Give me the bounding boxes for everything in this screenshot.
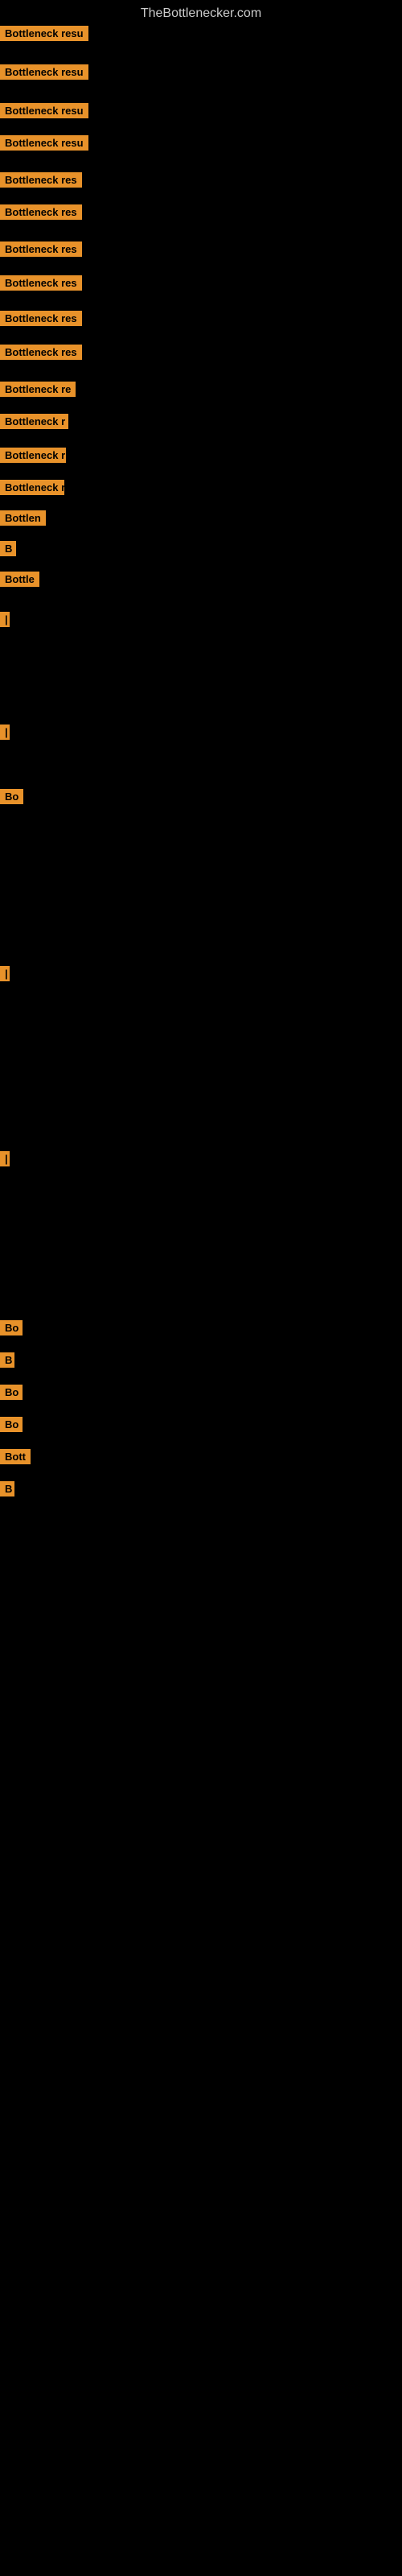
bottleneck-label-6: Bottleneck res [0, 204, 82, 220]
bottleneck-label-24: B [0, 1352, 14, 1368]
bottleneck-label-19: | [0, 724, 10, 740]
bottleneck-label-15: Bottlen [0, 510, 46, 526]
bottleneck-label-14: Bottleneck r [0, 480, 64, 495]
bottleneck-label-13: Bottleneck r [0, 448, 66, 463]
bottleneck-label-18: | [0, 612, 10, 627]
bottleneck-label-22: | [0, 1151, 10, 1166]
bottleneck-label-16: B [0, 541, 16, 556]
site-title: TheBottlenecker.com [0, 0, 402, 27]
bottleneck-label-9: Bottleneck res [0, 311, 82, 326]
bottleneck-label-26: Bo [0, 1417, 23, 1432]
bottleneck-label-7: Bottleneck res [0, 242, 82, 257]
bottleneck-label-25: Bo [0, 1385, 23, 1400]
bottleneck-label-27: Bott [0, 1449, 31, 1464]
bottleneck-label-1: Bottleneck resu [0, 26, 88, 41]
bottleneck-label-12: Bottleneck r [0, 414, 68, 429]
bottleneck-label-28: B [0, 1481, 14, 1496]
bottleneck-label-2: Bottleneck resu [0, 64, 88, 80]
bottleneck-label-11: Bottleneck re [0, 382, 76, 397]
bottleneck-label-20: Bo [0, 789, 23, 804]
bottleneck-label-5: Bottleneck res [0, 172, 82, 188]
bottleneck-label-17: Bottle [0, 572, 39, 587]
bottleneck-label-3: Bottleneck resu [0, 103, 88, 118]
bottleneck-label-23: Bo [0, 1320, 23, 1335]
bottleneck-label-21: | [0, 966, 10, 981]
bottleneck-label-4: Bottleneck resu [0, 135, 88, 151]
bottleneck-label-10: Bottleneck res [0, 345, 82, 360]
bottleneck-label-8: Bottleneck res [0, 275, 82, 291]
